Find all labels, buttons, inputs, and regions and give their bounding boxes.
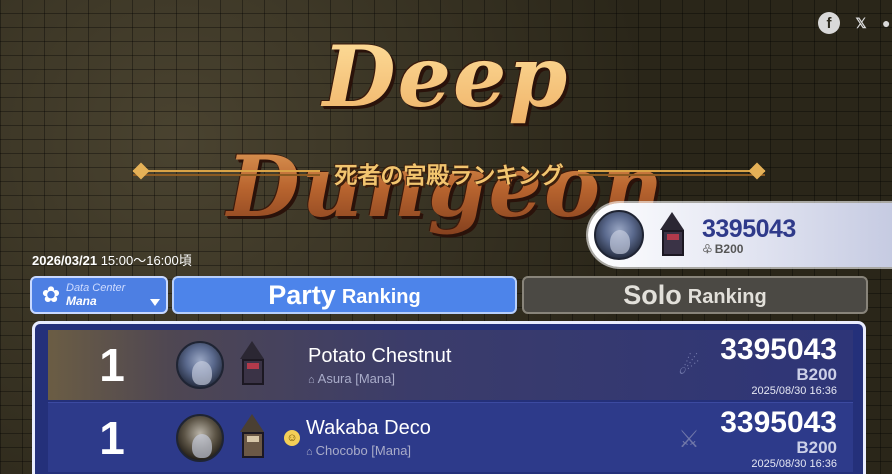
world-icon: ⌂ [308,373,315,386]
paw-icon: ♧ [702,241,713,256]
flower-icon: ✿ [41,282,61,307]
player-floor: B200 [796,365,837,384]
score-box: 3395043 B200 2025/08/30 16:36 [720,333,837,398]
share-bar: f 𝕏 ● [818,12,892,34]
avatar [594,210,644,260]
warrior-icon: ⚔ [678,426,700,453]
player-info: Potato Chestnut ⌂ Asura [Mana] [308,345,451,386]
rank-number: 1 [99,411,125,464]
ranking-tabs: ✿ Data Center Mana Party Ranking Solo Ra… [30,276,868,314]
ornament-right [577,170,765,176]
top-score-box: 3395043 ♧ B200 [702,215,796,256]
player-floor: B200 [796,438,837,457]
logo-subtitle-row: 死者の宮殿ランキング [133,156,765,190]
avatar [176,413,224,462]
job-sprite [232,339,278,391]
tab-solo-sublabel: Ranking [687,286,767,308]
table-row[interactable]: 1 Potato Chestnut ⌂ Asura [Mana] ☄ 339504… [48,330,853,400]
player-score: 3395043 [720,406,837,439]
tab-party-label: Party [268,279,336,310]
rank-number: 1 [99,339,125,391]
smile-icon: ☺ [284,429,300,446]
player-world: ⌂ Chocobo [Mana] [306,443,412,458]
ranking-datetime: 2026/03/21 15:00～16:00頃 [32,250,192,269]
world-icon: ⌂ [306,446,313,458]
player-name: Potato Chestnut [308,344,452,367]
data-center-value: Mana [66,294,97,308]
tab-party-ranking[interactable]: Party Ranking [172,276,517,314]
top-player-card[interactable]: 3395043 ♧ B200 [588,203,892,267]
tab-solo-label: Solo [623,279,682,310]
dragoon-icon: ☄ [678,353,700,380]
player-score: 3395043 [720,333,837,366]
ranking-table: 1 Potato Chestnut ⌂ Asura [Mana] ☄ 339504… [32,321,866,474]
player-name: Wakaba Deco [306,417,431,439]
player-info: Wakaba Deco ⌂ Chocobo [Mana] [306,417,431,458]
x-icon[interactable]: 𝕏 [850,12,872,34]
logo-subtitle: 死者の宮殿ランキング [334,163,564,189]
tab-party-sublabel: Ranking [341,286,421,308]
logo: Deep Dungeon [136,22,756,236]
ornament-left [133,170,321,176]
avatar [176,341,224,389]
facebook-icon[interactable]: f [818,12,840,34]
share-more-icon[interactable]: ● [882,12,892,34]
ranking-date: 2026/03/21 [32,253,98,268]
top-floor: ♧ B200 [702,241,744,256]
job-sprite [652,210,694,260]
tab-solo-ranking[interactable]: Solo Ranking [522,276,868,314]
chevron-down-icon [150,299,160,306]
table-row[interactable]: 1 ☺ Wakaba Deco ⌂ Chocobo [Mana] ⚔ 339504… [48,402,853,472]
record-date: 2025/08/30 16:36 [751,458,837,470]
ranking-time: 15:00～16:00頃 [97,253,192,268]
score-box: 3395043 B200 2025/08/30 16:36 [720,406,837,471]
job-sprite [232,412,278,464]
top-score: 3395043 [702,214,796,243]
record-date: 2025/08/30 16:36 [751,385,837,397]
data-center-select[interactable]: ✿ Data Center Mana [30,276,168,314]
player-world: ⌂ Asura [Mana] [308,370,395,386]
